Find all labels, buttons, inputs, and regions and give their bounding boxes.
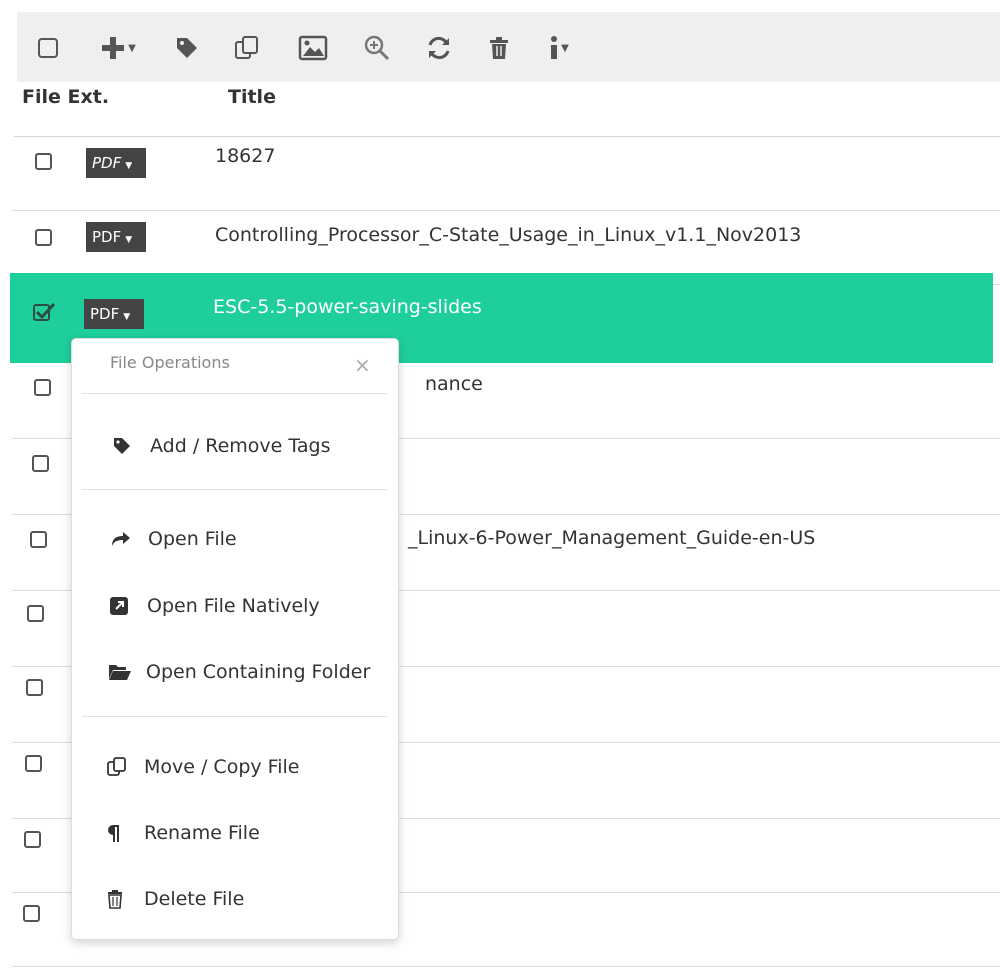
copy-icon (106, 756, 132, 778)
file-title[interactable]: ESC-5.5-power-saving-slides (213, 296, 482, 318)
menu-divider (82, 716, 388, 717)
tag-icon (112, 436, 138, 456)
row-checkbox[interactable] (27, 605, 44, 622)
more-options-icon[interactable]: ▼ (542, 30, 576, 66)
table-row[interactable]: PDF ▼ 18627 (12, 137, 1000, 211)
row-checkbox[interactable] (32, 455, 49, 472)
file-title[interactable]: nance (425, 373, 483, 395)
menu-item-add-remove-tags[interactable]: Add / Remove Tags (112, 426, 330, 466)
toolbar: ▼ ▼ (17, 12, 1000, 82)
row-checkbox[interactable] (34, 379, 51, 396)
add-icon[interactable]: ▼ (93, 30, 143, 66)
file-operations-menu: File Operations × Add / Remove Tags Open… (71, 338, 399, 940)
file-ext-badge[interactable]: PDF ▼ (86, 148, 146, 178)
image-icon[interactable] (296, 30, 330, 66)
file-title[interactable]: 18627 (215, 145, 275, 167)
paragraph-icon (106, 823, 132, 843)
menu-divider (82, 393, 388, 394)
menu-divider (82, 489, 388, 490)
file-title[interactable]: Controlling_Processor_C-State_Usage_in_L… (215, 224, 801, 246)
row-checkbox[interactable] (30, 531, 47, 548)
menu-item-move-copy-file[interactable]: Move / Copy File (106, 747, 299, 787)
menu-item-open-file[interactable]: Open File (110, 519, 237, 559)
row-checkbox[interactable] (35, 229, 52, 246)
row-checkbox-checked[interactable] (33, 302, 56, 321)
trash-icon (106, 889, 132, 909)
file-title[interactable]: _Linux-6-Power_Management_Guide-en-US (408, 527, 815, 549)
tag-icon[interactable] (172, 30, 202, 66)
row-checkbox[interactable] (26, 679, 43, 696)
folder-open-icon (108, 663, 134, 681)
row-checkbox[interactable] (35, 153, 52, 170)
select-all-checkbox-icon[interactable] (35, 30, 61, 66)
refresh-icon[interactable] (424, 30, 454, 66)
menu-item-rename-file[interactable]: Rename File (106, 813, 260, 853)
menu-title: File Operations (110, 353, 230, 372)
menu-item-open-file-natively[interactable]: Open File Natively (109, 586, 320, 626)
column-header-title[interactable]: Title (228, 86, 276, 108)
column-header-file-ext[interactable]: File Ext. (22, 86, 109, 108)
copy-icon[interactable] (231, 30, 263, 66)
menu-item-delete-file[interactable]: Delete File (106, 879, 244, 919)
close-icon[interactable]: × (354, 353, 371, 377)
external-link-icon (109, 596, 135, 616)
file-ext-badge[interactable]: PDF ▼ (84, 299, 144, 329)
row-checkbox[interactable] (25, 755, 42, 772)
file-ext-badge[interactable]: PDF ▼ (86, 222, 146, 252)
trash-icon[interactable] (485, 30, 513, 66)
menu-item-open-containing-folder[interactable]: Open Containing Folder (108, 652, 370, 692)
share-arrow-icon (110, 530, 136, 548)
row-checkbox[interactable] (24, 831, 41, 848)
row-checkbox[interactable] (23, 905, 40, 922)
zoom-icon[interactable] (362, 30, 392, 66)
